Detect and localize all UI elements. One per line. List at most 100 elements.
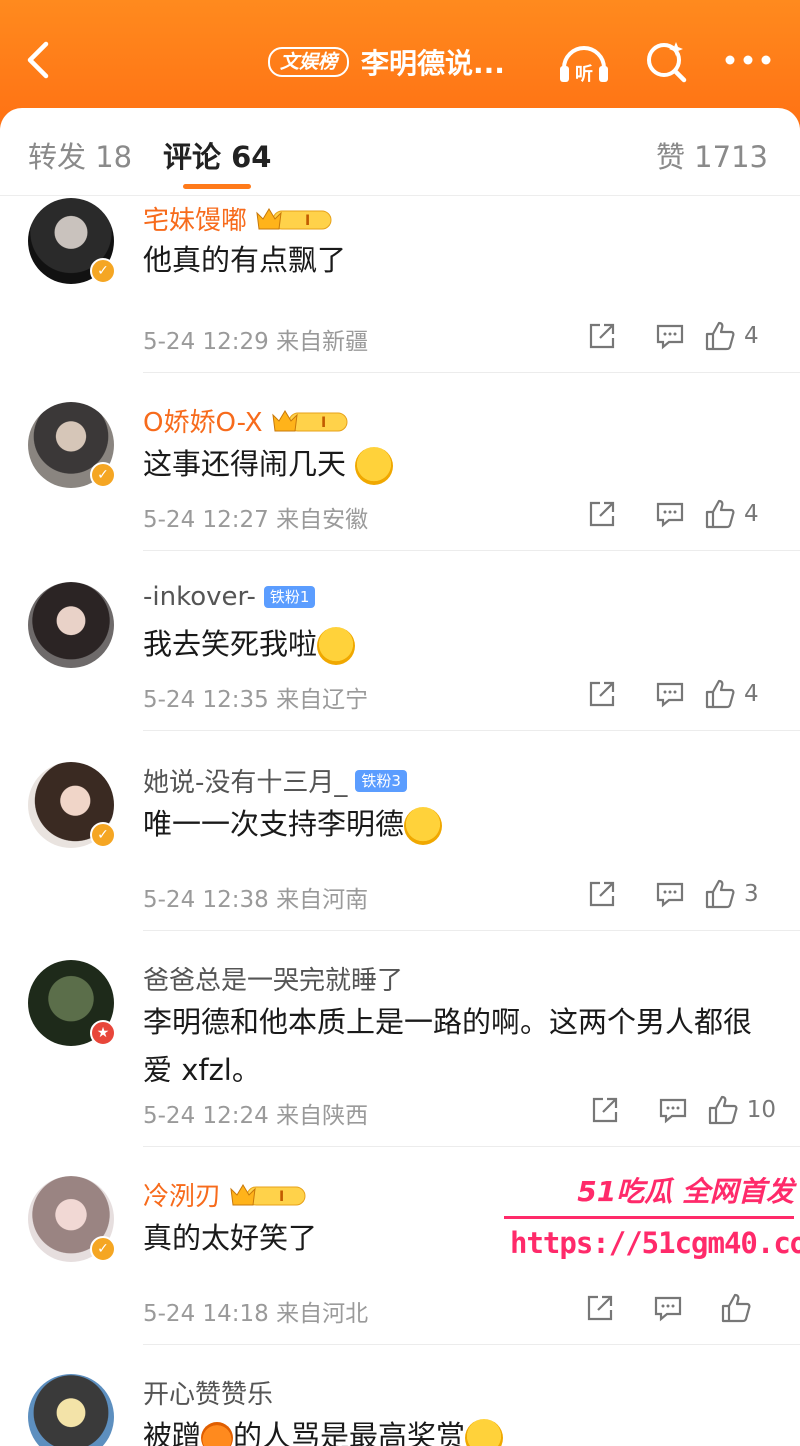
comment-divider — [143, 1146, 800, 1147]
comment-location: 来自安徽 — [276, 507, 369, 533]
comment-location: 来自陕西 — [276, 1103, 369, 1129]
comment-text: 李明德和他本质上是一路的啊。这两个男人都很爱 xfzl。 — [143, 1005, 753, 1087]
comment-actions: 3 — [568, 876, 770, 912]
laugh-cry-emoji-icon — [404, 807, 443, 845]
more-icon[interactable] — [720, 38, 776, 86]
share-icon[interactable] — [566, 1290, 634, 1326]
share-icon[interactable] — [568, 496, 636, 532]
username-text: -inkover- — [143, 582, 256, 612]
username-text: 开心赞赞乐 — [143, 1380, 274, 1410]
watermark-title: 51吃瓜 全网首发 — [577, 1175, 794, 1208]
comment-text-content: 被蹭 — [143, 1419, 202, 1446]
avatar[interactable] — [28, 1374, 114, 1446]
listen-label: 听 — [575, 63, 593, 85]
comment-location: 来自河南 — [276, 887, 369, 913]
comment-meta: 5-24 12:35 来自辽宁 — [143, 680, 368, 714]
comment-username[interactable]: 开心赞赞乐 — [143, 1374, 273, 1411]
like-button[interactable]: 4 — [704, 320, 770, 352]
thumb-up-icon — [705, 321, 735, 351]
comment-actions — [566, 1290, 770, 1326]
comment-meta: 5-24 12:29 来自新疆 — [143, 322, 368, 356]
comment-username[interactable]: 冷洌刃 I — [143, 1176, 307, 1213]
comment-time: 5-24 14:18 — [143, 1301, 269, 1327]
reply-icon[interactable] — [636, 676, 704, 712]
verified-badge-icon: ✓ — [90, 258, 116, 284]
like-button[interactable] — [702, 1290, 770, 1326]
laugh-cry-emoji-icon — [317, 627, 356, 665]
vip-crown-icon: I — [256, 207, 332, 229]
tab-likes[interactable]: 赞 1713 — [656, 134, 768, 176]
tab-comments[interactable]: 评论 64 — [163, 134, 271, 176]
comment-text: 被蹭 的人骂是最高奖赏 — [143, 1412, 504, 1446]
like-button[interactable]: 4 — [704, 678, 770, 710]
share-icon[interactable] — [568, 318, 636, 354]
comment-divider — [143, 372, 800, 373]
like-button[interactable]: 4 — [704, 498, 770, 530]
comment-text: 他真的有点飘了 — [143, 243, 347, 277]
share-icon[interactable] — [568, 676, 636, 712]
vip-level-text: I — [279, 1189, 284, 1205]
comment-actions: 10 — [571, 1092, 776, 1128]
comment-divider — [143, 730, 800, 731]
comment-time: 5-24 12:35 — [143, 687, 269, 713]
orange-emoji-icon — [201, 1422, 234, 1446]
like-count: 10 — [746, 1097, 776, 1123]
reply-icon[interactable] — [636, 876, 704, 912]
vip-crown-icon: I — [230, 1183, 306, 1205]
verified-badge-icon: ✓ — [90, 1236, 116, 1262]
watermark: 51吃瓜 全网首发 https://51cgm40.com — [500, 1170, 800, 1280]
comment-text-content: 这事还得闹几天 — [143, 447, 347, 481]
like-count: 4 — [744, 501, 759, 527]
comment-username[interactable]: -inkover- 铁粉1 — [143, 582, 316, 612]
username-text: 冷洌刃 — [143, 1182, 222, 1212]
thumb-up-icon — [705, 499, 735, 529]
tab-repost[interactable]: 转发 18 — [28, 134, 132, 176]
comment-divider — [143, 930, 800, 931]
reply-icon[interactable] — [636, 496, 704, 532]
comment-time: 5-24 12:29 — [143, 329, 269, 355]
comment-text-content: 我去笑死我啦 — [143, 627, 318, 661]
vip-level-text: I — [305, 213, 310, 229]
comment-username[interactable]: O娇娇O-X I — [143, 402, 349, 439]
like-button[interactable]: 3 — [704, 878, 770, 910]
search-icon[interactable] — [640, 38, 696, 86]
username-text: 爸爸总是一哭完就睡了 — [143, 966, 404, 996]
comment-text: 真的太好笑了 — [143, 1221, 318, 1255]
comment-actions: 4 — [568, 496, 770, 532]
vip-crown-icon: I — [271, 409, 348, 431]
back-icon[interactable] — [20, 40, 60, 80]
comment-time: 5-24 12:38 — [143, 887, 269, 913]
reply-icon[interactable] — [639, 1092, 707, 1128]
page-title: 李明德说... — [361, 47, 505, 80]
comment-text: 唯一一次支持李明德 — [143, 800, 443, 848]
rank-badge[interactable]: 文娱榜 — [268, 47, 350, 77]
comment-text-content: 的人骂是最高奖赏 — [233, 1419, 466, 1446]
like-button[interactable]: 10 — [707, 1094, 776, 1126]
comment-location: 来自新疆 — [276, 329, 369, 355]
share-icon[interactable] — [568, 876, 636, 912]
tab-bar: 转发 18 评论 64 赞 1713 — [0, 108, 800, 196]
like-count: 4 — [744, 323, 759, 349]
comment-time: 5-24 12:27 — [143, 507, 269, 533]
thumb-up-icon — [705, 679, 735, 709]
comment-time: 5-24 12:24 — [143, 1103, 269, 1129]
fan-level-badge: 铁粉3 — [355, 769, 407, 792]
comment-username[interactable]: 她说-没有十三月_ 铁粉3 — [143, 762, 407, 799]
listen-icon[interactable]: 听 — [556, 38, 612, 86]
comment-username[interactable]: 宅妹馒嘟 I — [143, 200, 333, 237]
verified-badge-icon: ✓ — [90, 462, 116, 488]
comment-username[interactable]: 爸爸总是一哭完就睡了 — [143, 960, 403, 997]
blush-emoji-icon — [465, 1419, 504, 1446]
thumb-up-icon — [721, 1293, 751, 1323]
title-group: 文娱榜 李明德说... — [268, 42, 505, 82]
comment-text-content: 唯一一次支持李明德 — [143, 807, 405, 841]
reply-icon[interactable] — [634, 1290, 702, 1326]
watermark-url: https://51cgm40.com — [510, 1226, 800, 1260]
comment-meta: 5-24 12:38 来自河南 — [143, 880, 368, 914]
avatar[interactable] — [28, 582, 114, 668]
comment-location: 来自辽宁 — [276, 687, 369, 713]
comment-meta: 5-24 12:24 来自陕西 — [143, 1096, 368, 1130]
username-text: 宅妹馒嘟 — [143, 206, 248, 236]
reply-icon[interactable] — [636, 318, 704, 354]
share-icon[interactable] — [571, 1092, 639, 1128]
